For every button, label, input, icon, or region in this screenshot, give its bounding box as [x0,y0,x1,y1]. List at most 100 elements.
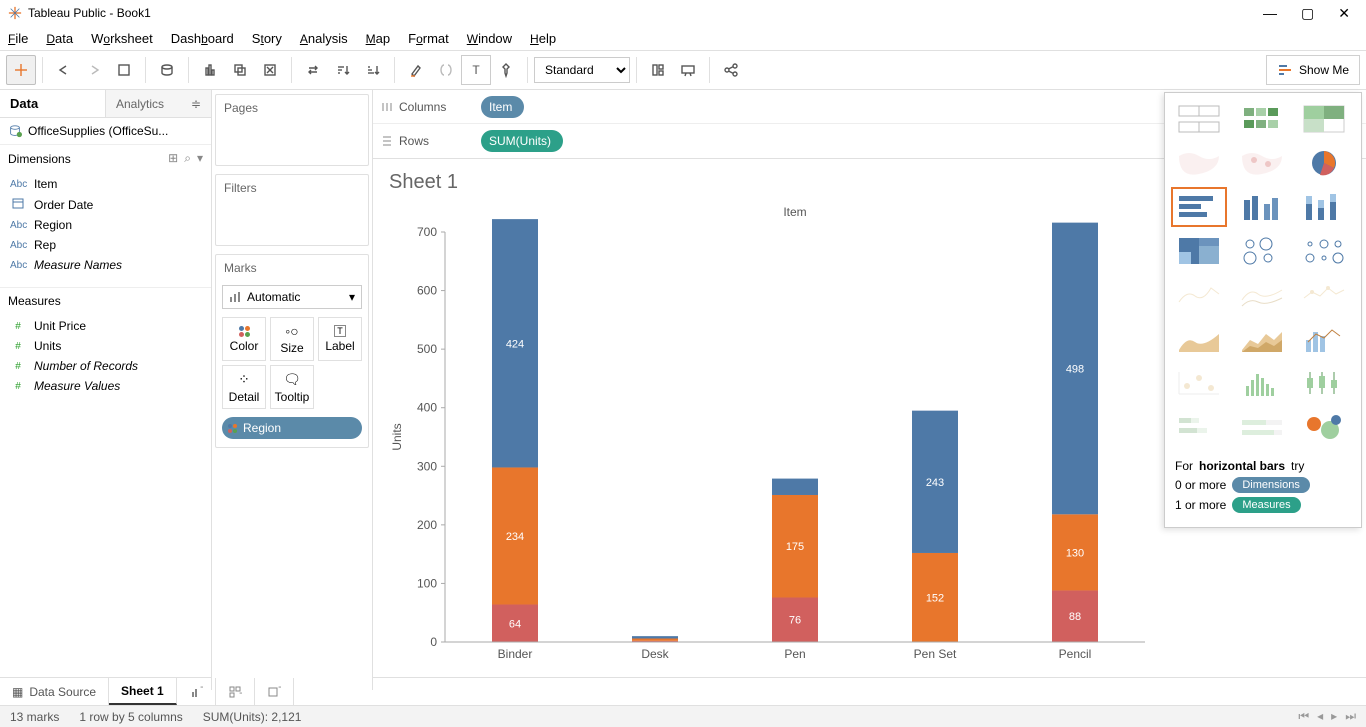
svg-text:+: + [278,685,281,694]
menu-map[interactable]: Map [366,31,390,46]
duplicate-button[interactable] [225,55,255,85]
titlebar: Tableau Public - Book1 — ▢ ✕ [0,0,1366,26]
minimize-button[interactable]: — [1263,5,1277,22]
number-icon: # [10,361,26,372]
share-button[interactable] [716,55,746,85]
showme-chart-type-19[interactable] [1234,363,1290,403]
menu-worksheet[interactable]: Worksheet [91,31,153,46]
tab-analytics[interactable]: Analytics≑ [105,90,211,117]
field-order-date[interactable]: Order Date [0,194,211,215]
tab-sheet1[interactable]: Sheet 1 [109,678,177,705]
svg-text:400: 400 [417,401,437,415]
marks-type-select[interactable]: Automatic ▾ [222,285,362,309]
presentation-button[interactable] [673,55,703,85]
showme-chart-type-11[interactable] [1296,231,1352,271]
tab-datasource[interactable]: ▦Data Source [0,678,109,705]
columns-pill-item[interactable]: Item [481,96,524,118]
highlight-button[interactable] [401,55,431,85]
showme-chart-type-6[interactable] [1171,187,1227,227]
menu-analysis[interactable]: Analysis [300,31,348,46]
field-region[interactable]: AbcRegion [0,215,211,235]
menu-story[interactable]: Story [252,31,282,46]
dimensions-header: Dimensions ⊞⌕▾ [0,144,211,172]
chart[interactable]: Item0100200300400500600700Units64234424B… [385,202,1165,682]
tableau-start-button[interactable] [6,55,36,85]
showme-chart-type-8[interactable] [1296,187,1352,227]
showme-chart-type-23[interactable] [1296,407,1352,447]
pin-button[interactable] [491,55,521,85]
new-datasource-button[interactable] [152,55,182,85]
showme-chart-type-5[interactable] [1296,143,1352,183]
marks-label-button[interactable]: TLabel [318,317,362,361]
new-worksheet-tab[interactable]: + [177,678,216,705]
field-item[interactable]: AbcItem [0,174,211,194]
marks-color-button[interactable]: Color [222,317,266,361]
show-cards-button[interactable] [643,55,673,85]
field-measure-values[interactable]: #Measure Values [0,376,211,396]
field-units[interactable]: #Units [0,336,211,356]
field-rep[interactable]: AbcRep [0,235,211,255]
marks-card: Marks Automatic ▾ Color ◦○Size TLabel ⁘D… [215,254,369,448]
menu-window[interactable]: Window [467,31,512,46]
pages-shelf[interactable]: Pages [215,94,369,166]
number-icon: # [10,321,26,332]
view-icon[interactable]: ⊞ [168,151,178,166]
marks-size-button[interactable]: ◦○Size [270,317,314,361]
menu-data[interactable]: Data [46,31,73,46]
new-story-tab[interactable]: + [255,678,294,705]
maximize-button[interactable]: ▢ [1301,5,1314,22]
group-button[interactable] [431,55,461,85]
svg-text:76: 76 [789,615,801,627]
close-button[interactable]: ✕ [1338,5,1350,22]
showme-chart-type-12 [1171,275,1227,315]
menu-file[interactable]: File [8,31,28,46]
save-button[interactable] [109,55,139,85]
showme-chart-type-15[interactable] [1171,319,1227,359]
field-measure-names[interactable]: AbcMeasure Names [0,255,211,275]
svg-text:+: + [239,686,242,699]
menu-help[interactable]: Help [530,31,556,46]
text-button[interactable]: T [461,55,491,85]
svg-text:498: 498 [1066,363,1084,375]
marks-color-pill[interactable]: Region [222,417,362,439]
toolbar: T Standard Show Me [0,50,1366,90]
datasource-row[interactable]: OfficeSupplies (OfficeSu... [0,118,211,144]
fit-select[interactable]: Standard [534,57,630,83]
rows-pill-sumunits[interactable]: SUM(Units) [481,130,563,152]
showme-chart-type-20[interactable] [1296,363,1352,403]
svg-text:Pencil: Pencil [1059,647,1092,661]
svg-text:Binder: Binder [498,647,533,661]
redo-button[interactable] [79,55,109,85]
new-dashboard-tab[interactable]: + [216,678,255,705]
sort-asc-button[interactable] [328,55,358,85]
marks-detail-button[interactable]: ⁘Detail [222,365,266,409]
swap-button[interactable] [298,55,328,85]
showme-chart-type-0[interactable] [1171,99,1227,139]
showme-chart-type-1[interactable] [1234,99,1290,139]
new-worksheet-button[interactable] [195,55,225,85]
field-number-of-records[interactable]: #Number of Records [0,356,211,376]
sort-desc-button[interactable] [358,55,388,85]
status-dims: 1 row by 5 columns [79,710,182,724]
field-label: Region [34,218,72,232]
menu-format[interactable]: Format [408,31,449,46]
showme-chart-type-10[interactable] [1234,231,1290,271]
search-icon[interactable]: ⌕ [184,151,191,166]
status-pagers[interactable]: ⏮◂▸⏭ [1298,709,1356,724]
menu-icon[interactable]: ▾ [197,151,203,166]
tab-data[interactable]: Data [0,90,105,117]
field-unit-price[interactable]: #Unit Price [0,316,211,336]
marks-tooltip-button[interactable]: 🗨Tooltip [270,365,314,409]
show-me-button[interactable]: Show Me [1266,55,1360,85]
shelves-column: Pages Filters Marks Automatic ▾ Color ◦○… [212,90,372,690]
showme-chart-type-4 [1234,143,1290,183]
showme-chart-type-16[interactable] [1234,319,1290,359]
showme-chart-type-7[interactable] [1234,187,1290,227]
filters-shelf[interactable]: Filters [215,174,369,246]
showme-chart-type-9[interactable] [1171,231,1227,271]
showme-chart-type-2[interactable] [1296,99,1352,139]
undo-button[interactable] [49,55,79,85]
clear-button[interactable] [255,55,285,85]
menu-dashboard[interactable]: Dashboard [171,31,234,46]
showme-chart-type-17[interactable] [1296,319,1352,359]
